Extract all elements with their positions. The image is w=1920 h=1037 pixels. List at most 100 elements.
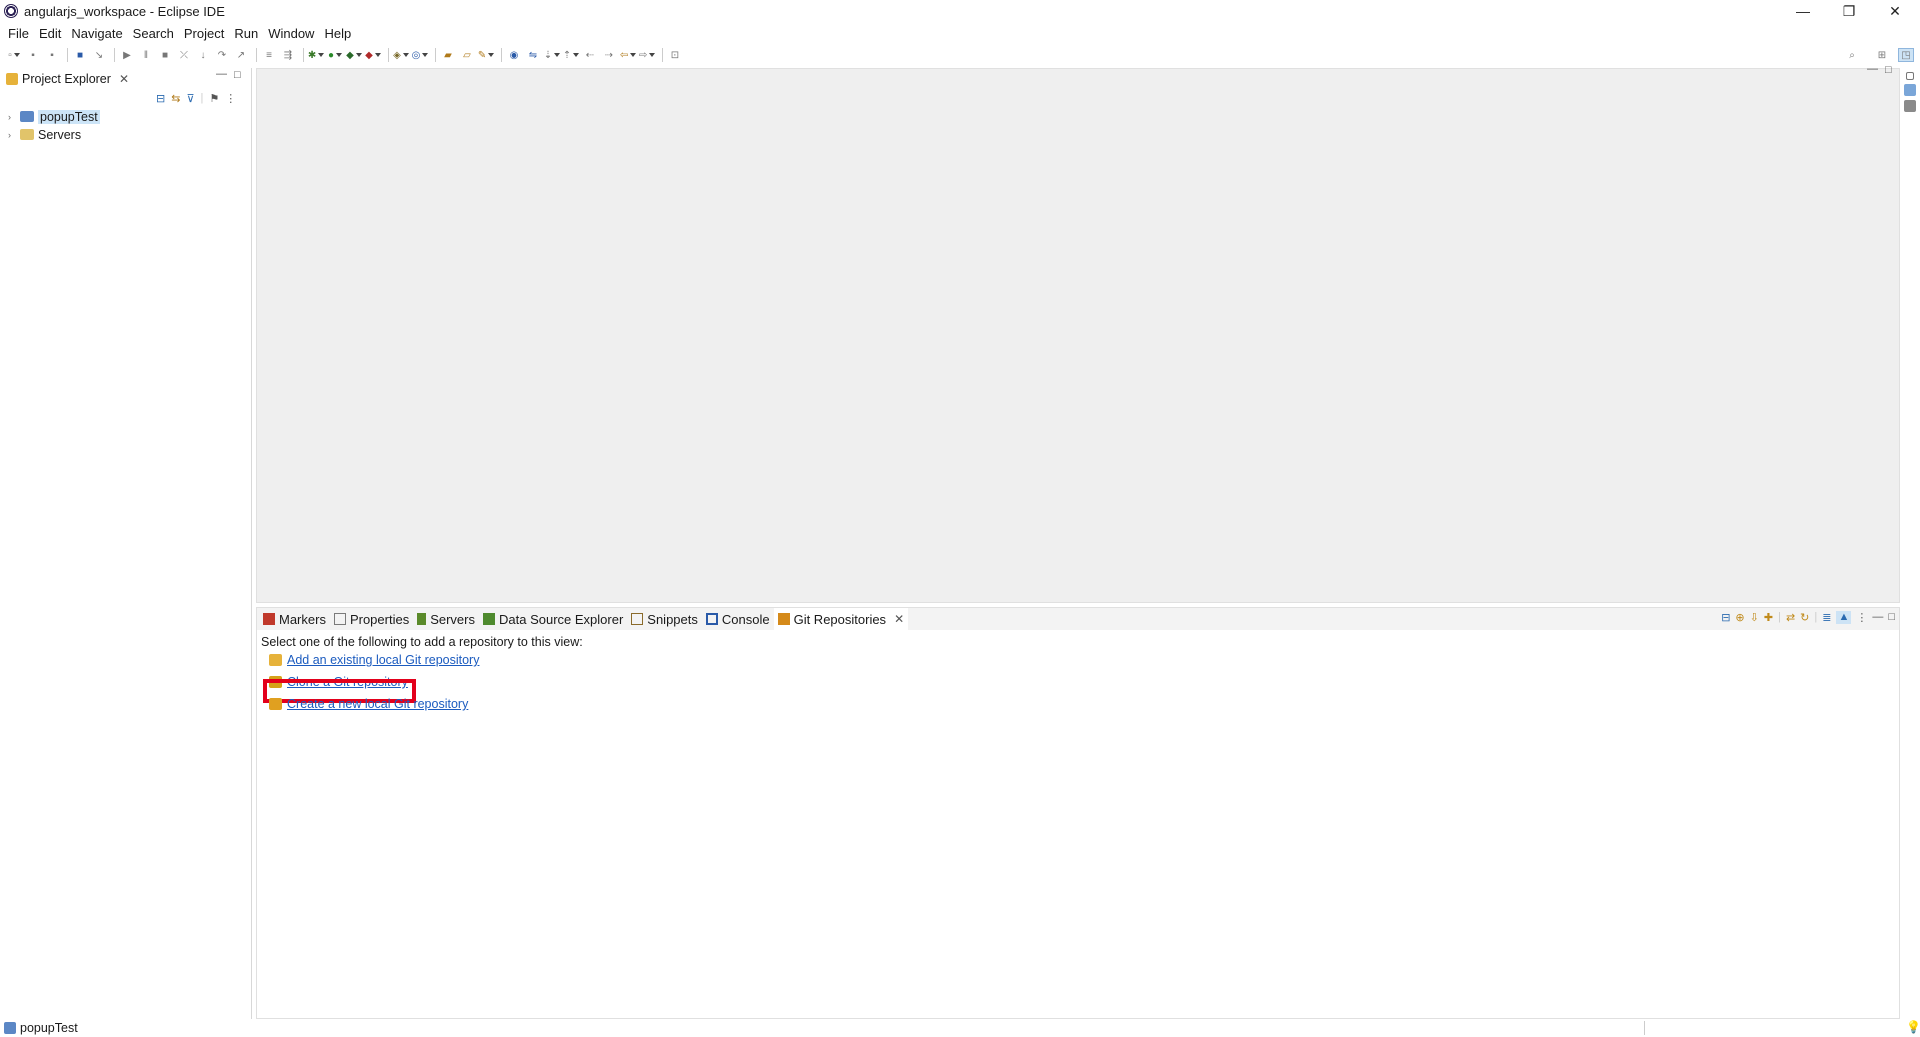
tab-console[interactable]: Console — [702, 608, 774, 630]
restore-button[interactable]: ❐ — [1826, 0, 1872, 22]
tree-item-label: popupTest — [38, 109, 100, 124]
search-tool-icon[interactable]: ✎ — [478, 48, 494, 62]
run-icon[interactable]: ● — [327, 48, 343, 62]
terminate-icon[interactable]: ■ — [157, 48, 173, 62]
disconnect-icon[interactable]: ⤫ — [176, 48, 192, 62]
view-menu-icon[interactable]: ⋮ — [1856, 611, 1867, 624]
menu-help[interactable]: Help — [319, 24, 356, 44]
tab-data-source-explorer[interactable]: Data Source Explorer — [479, 608, 627, 630]
tab-markers[interactable]: Markers — [259, 608, 330, 630]
tab-snippets[interactable]: Snippets — [627, 608, 702, 630]
last-edit-icon[interactable]: ⇠ — [582, 48, 598, 62]
tab-properties[interactable]: Properties — [330, 608, 413, 630]
tab-servers[interactable]: Servers — [413, 608, 479, 630]
create-repo-icon — [269, 698, 282, 710]
menu-bar: File Edit Navigate Search Project Run Wi… — [0, 24, 356, 44]
collapse-all-icon[interactable]: ⊟ — [1721, 611, 1730, 624]
search-icon[interactable]: ⌕ — [1844, 48, 1860, 62]
add-existing-repo-row: Add an existing local Git repository — [269, 653, 479, 667]
drop-to-frame-icon[interactable]: ⇶ — [280, 48, 296, 62]
view-menu-icon[interactable]: ⋮ — [225, 92, 236, 105]
minimize-editor-icon[interactable]: — — [1867, 63, 1878, 75]
outline-icon[interactable] — [1904, 84, 1916, 96]
minimize-button[interactable]: — — [1780, 0, 1826, 22]
editor-area: — □ — [256, 63, 1900, 603]
open-perspective-icon[interactable]: ⊞ — [1874, 48, 1890, 62]
refresh-icon[interactable]: ↻ — [1800, 611, 1809, 624]
clone-repository-icon[interactable]: ⇩ — [1750, 611, 1759, 624]
minimize-view-icon[interactable]: — — [1872, 611, 1883, 624]
skip-breakpoints-icon[interactable]: ↘ — [91, 48, 107, 62]
forward-edit-icon[interactable]: ⇢ — [601, 48, 617, 62]
sort-icon[interactable]: ▲ — [1836, 611, 1852, 624]
close-button[interactable]: ✕ — [1872, 0, 1918, 22]
use-step-filters-icon[interactable]: ≡ — [261, 48, 277, 62]
link-with-editor-icon[interactable]: ⇆ — [171, 92, 180, 105]
menu-search[interactable]: Search — [128, 24, 179, 44]
hierarchical-layout-icon[interactable]: ≣ — [1822, 611, 1831, 624]
maximize-editor-icon[interactable]: □ — [1885, 64, 1892, 76]
collapse-all-icon[interactable]: ⊟ — [156, 92, 165, 105]
close-icon[interactable]: ✕ — [119, 72, 129, 86]
java-ee-perspective-icon[interactable]: ◳ — [1898, 48, 1914, 62]
save-all-icon[interactable]: ▪ — [44, 48, 60, 62]
open-task-icon[interactable]: ▱ — [459, 48, 475, 62]
suspend-icon[interactable]: ‖ — [138, 48, 154, 62]
toggle-markers-icon[interactable]: ⇋ — [525, 48, 541, 62]
step-return-icon[interactable]: ↗ — [233, 48, 249, 62]
open-web-browser-icon[interactable]: ◉ — [506, 48, 522, 62]
new-java-project-icon[interactable]: ◈ — [393, 48, 409, 62]
next-annotation-icon[interactable]: ⇣ — [544, 48, 560, 62]
maximize-view-icon[interactable]: □ — [234, 69, 241, 81]
servers-icon — [417, 613, 427, 625]
toolbar-separator — [501, 48, 502, 62]
save-icon[interactable]: ▪ — [25, 48, 41, 62]
expand-icon[interactable]: › — [8, 112, 18, 122]
expand-icon[interactable]: › — [8, 130, 18, 140]
project-explorer-icon — [6, 73, 18, 85]
restore-icon[interactable] — [1906, 72, 1914, 80]
create-new-repo-link[interactable]: Create a new local Git repository — [287, 697, 468, 711]
previous-annotation-icon[interactable]: ⇡ — [563, 48, 579, 62]
coverage-icon[interactable]: ◆ — [346, 48, 362, 62]
debug-icon[interactable]: ✱ — [308, 48, 324, 62]
separator: | — [200, 92, 204, 104]
menu-project[interactable]: Project — [179, 24, 229, 44]
maximize-view-icon[interactable]: □ — [1888, 611, 1895, 624]
step-into-icon[interactable]: ↓ — [195, 48, 211, 62]
forward-icon[interactable]: ⇨ — [639, 48, 655, 62]
resume-icon[interactable]: ▶ — [119, 48, 135, 62]
menu-edit[interactable]: Edit — [34, 24, 66, 44]
focus-icon[interactable]: ⚑ — [209, 92, 219, 105]
menu-window[interactable]: Window — [263, 24, 319, 44]
menu-navigate[interactable]: Navigate — [66, 24, 127, 44]
tree-item-servers[interactable]: › Servers — [8, 126, 81, 143]
add-existing-repo-link[interactable]: Add an existing local Git repository — [287, 653, 479, 667]
eclipse-logo-icon — [4, 4, 18, 18]
new-icon[interactable]: ▫ — [6, 48, 22, 62]
filter-icon[interactable]: ⊽ — [186, 92, 194, 105]
tab-project-explorer[interactable]: Project Explorer ✕ — [0, 68, 135, 90]
menu-file[interactable]: File — [3, 24, 34, 44]
markers-icon — [263, 613, 275, 625]
close-icon[interactable]: ✕ — [894, 612, 904, 626]
task-list-icon[interactable] — [1904, 100, 1916, 112]
step-over-icon[interactable]: ↷ — [214, 48, 230, 62]
tip-lightbulb-icon[interactable]: 💡 — [1906, 1020, 1920, 1034]
tab-git-repositories[interactable]: Git Repositories ✕ — [773, 608, 909, 630]
terminal-icon[interactable]: ■ — [72, 48, 88, 62]
open-type-icon[interactable]: ▰ — [440, 48, 456, 62]
tab-label: Servers — [430, 611, 475, 627]
new-server-icon[interactable]: ◎ — [412, 48, 428, 62]
toolbar-separator — [256, 48, 257, 62]
menu-run[interactable]: Run — [229, 24, 263, 44]
create-repository-icon[interactable]: ✚ — [1764, 611, 1773, 624]
minimize-view-icon[interactable]: — — [216, 68, 227, 80]
add-repository-icon[interactable]: ⊕ — [1735, 611, 1744, 624]
tree-item-popuptest[interactable]: › popupTest — [8, 108, 100, 125]
pin-editor-icon[interactable]: ⊡ — [667, 48, 683, 62]
link-with-selection-icon[interactable]: ⇄ — [1786, 611, 1795, 624]
back-icon[interactable]: ⇦ — [620, 48, 636, 62]
external-tools-icon[interactable]: ◆ — [365, 48, 381, 62]
properties-icon — [333, 613, 346, 625]
